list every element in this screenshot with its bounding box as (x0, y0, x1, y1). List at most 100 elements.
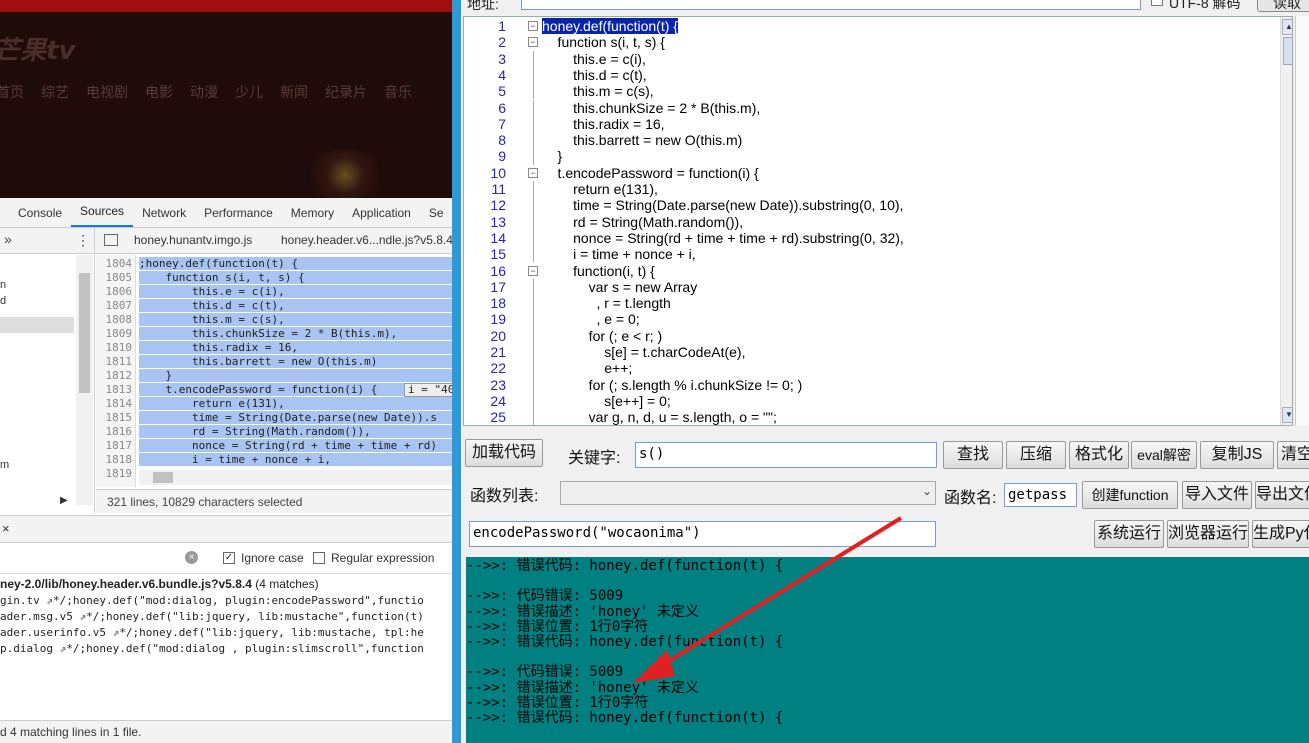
editor-line[interactable]: 1 − honey.def(function(t) { (464, 18, 1292, 34)
editor-line[interactable]: 18 , r = t.length (464, 295, 1292, 312)
code-line[interactable]: 1807 this.d = c(t), (96, 299, 452, 313)
navigator-scrollbar[interactable] (76, 255, 93, 505)
import-file-button[interactable]: 导入文件 (1182, 481, 1252, 509)
editor-line[interactable]: 4 this.d = c(t), (464, 66, 1292, 84)
result-line[interactable]: ader.userinfo.v5 ⇗*/;honey.def("lib:jque… (0, 625, 424, 641)
tab-performance[interactable]: Performance (195, 198, 282, 227)
result-line[interactable]: p.dialog ⇗*/;honey.def("mod:dialog , plu… (0, 641, 424, 657)
compress-button[interactable]: 压缩 (1006, 441, 1066, 469)
code-line[interactable]: 1811 this.barrett = new O(this.m) (96, 355, 452, 369)
more-panels-chevron-icon[interactable]: » (4, 231, 12, 247)
line-number[interactable]: 1814 (96, 397, 133, 410)
create-function-button[interactable]: 创建function (1082, 481, 1178, 509)
line-number[interactable]: 1818 (96, 453, 133, 466)
editor-line[interactable]: 13 rd = String(Math.random()), (464, 213, 1292, 230)
editor-line[interactable]: 23 for (; s.length % i.chunkSize != 0; ) (464, 376, 1292, 393)
result-file-header[interactable]: ney-2.0/lib/honey.header.v6.bundle.js?v5… (0, 576, 319, 592)
site-nav-item[interactable]: 电影 (145, 82, 173, 102)
line-number[interactable]: 1811 (96, 355, 133, 368)
scrollbar-thumb[interactable] (79, 273, 90, 393)
function-name-input[interactable]: getpass (1004, 483, 1077, 507)
editor-line[interactable]: 2 − function s(i, t, s) { (464, 34, 1292, 50)
fold-toggle-icon[interactable]: − (528, 37, 538, 48)
code-line[interactable]: 1808 this.m = c(s), (96, 313, 452, 327)
line-number[interactable]: 1804 (96, 257, 133, 270)
read-button[interactable]: 读取 (1257, 0, 1309, 12)
close-icon[interactable]: × (2, 521, 10, 536)
editor-line[interactable]: 5 this.m = c(s), (464, 83, 1292, 100)
code-line[interactable]: 1805 function s(i, t, s) { (96, 271, 452, 285)
clear-button[interactable]: 清空 (1277, 441, 1309, 469)
load-code-button[interactable]: 加载代码 (465, 439, 543, 467)
generate-python-button[interactable]: 生成Py代码 (1252, 520, 1309, 548)
line-number[interactable]: 1813 (96, 383, 133, 396)
tab-application[interactable]: Application (343, 198, 420, 227)
code-line[interactable]: 1813 t.encodePassword = function(i) {i =… (96, 383, 452, 397)
editor-line[interactable]: 25 var g, n, d, u = s.length, o = ""; (464, 409, 1292, 425)
site-nav-item[interactable]: 新闻 (280, 82, 308, 102)
result-line[interactable]: ader.msg.v5 ⇗*/;honey.def("lib:jquery, l… (0, 609, 424, 625)
horizontal-scrollbar[interactable] (139, 470, 452, 485)
line-number[interactable]: 1819 (96, 467, 133, 480)
tab-console[interactable]: Console (0, 198, 71, 227)
code-line[interactable]: 1816 rd = String(Math.random()), (96, 425, 452, 439)
scroll-down-icon[interactable]: ▼ (1282, 407, 1292, 423)
navigator-selected-row[interactable] (0, 317, 74, 333)
editor-line[interactable]: 10 − t.encodePassword = function(i) { (464, 165, 1292, 181)
line-number[interactable]: 1809 (96, 327, 133, 340)
fold-toggle-icon[interactable]: − (528, 265, 538, 276)
code-line[interactable]: 1809 this.chunkSize = 2 * B(this.m), (96, 327, 452, 341)
scrollbar-thumb[interactable] (1283, 37, 1292, 65)
editor-scrollbar[interactable]: ▲ ▼ (1280, 17, 1292, 425)
code-line[interactable]: 1812 } (96, 369, 452, 383)
line-number[interactable]: 1807 (96, 299, 133, 312)
editor-line[interactable]: 14 nonce = String(rd + time + time + rd)… (464, 229, 1292, 247)
kebab-menu-icon[interactable]: ⋮ (76, 232, 90, 249)
file-tab-header-bundle[interactable]: honey.header.v6...ndle.js?v5.8.4 (281, 233, 452, 247)
line-number[interactable]: 1815 (96, 411, 133, 424)
editor-line[interactable]: 19 , e = 0; (464, 311, 1292, 328)
expand-arrow-icon[interactable]: ▶ (60, 495, 68, 506)
site-logo[interactable]: 芒果tv (0, 30, 75, 67)
editor-line[interactable]: 17 var s = new Array (464, 278, 1292, 296)
expression-input[interactable]: encodePassword("wocaonima") (469, 521, 936, 547)
toggle-navigator-icon[interactable] (104, 234, 118, 246)
site-nav-item[interactable]: 首页 (0, 82, 24, 102)
editor-line[interactable]: 15 i = time + nonce + i, (464, 246, 1292, 263)
function-list-select[interactable]: ⌄ (560, 481, 936, 505)
navigator-item[interactable]: m (0, 459, 9, 471)
result-line[interactable]: gin.tv ⇗*/;honey.def("mod:dialog, plugin… (0, 593, 424, 609)
utf8-checkbox[interactable] (1151, 0, 1163, 6)
export-file-button[interactable]: 导出文件 (1255, 481, 1309, 509)
line-number[interactable]: 1808 (96, 313, 133, 326)
navigator-item[interactable]: d (0, 295, 6, 307)
clear-search-icon[interactable]: × (185, 551, 198, 564)
code-line[interactable]: 1806 this.e = c(i), (96, 285, 452, 299)
url-input[interactable] (521, 0, 1141, 10)
keyword-input[interactable]: s() (635, 442, 937, 468)
line-number[interactable]: 1816 (96, 425, 133, 438)
editor-line[interactable]: 9 } (464, 148, 1292, 165)
tab-network[interactable]: Network (133, 198, 195, 227)
fold-toggle-icon[interactable]: − (528, 167, 538, 178)
site-nav-item[interactable]: 少儿 (235, 82, 263, 102)
source-code-view[interactable]: 1804 ;honey.def(function(t) {1805 functio… (96, 255, 452, 487)
system-run-button[interactable]: 系统运行 (1094, 520, 1164, 548)
tab-security[interactable]: Se (420, 198, 452, 227)
editor-line[interactable]: 20 for (; e < r; ) (464, 327, 1292, 344)
site-nav-item[interactable]: 音乐 (384, 82, 412, 102)
code-line[interactable]: 1818 i = time + nonce + i, (96, 453, 452, 467)
line-number[interactable]: 1812 (96, 369, 133, 382)
scroll-up-icon[interactable]: ▲ (1282, 19, 1292, 35)
find-button[interactable]: 查找 (943, 441, 1003, 469)
editor-line[interactable]: 24 s[e++] = 0; (464, 392, 1292, 410)
file-tab-imgo[interactable]: honey.hunantv.imgo.js (134, 233, 252, 247)
fold-toggle-icon[interactable]: − (528, 21, 538, 31)
line-number[interactable]: 1805 (96, 271, 133, 284)
navigator-item[interactable]: n (0, 279, 6, 291)
editor-line[interactable]: 22 e++; (464, 360, 1292, 377)
format-button[interactable]: 格式化 (1069, 441, 1129, 469)
line-number[interactable]: 1806 (96, 285, 133, 298)
editor-line[interactable]: 16 − function(i, t) { (464, 263, 1292, 279)
code-line[interactable]: 1814 return e(131), (96, 397, 452, 411)
